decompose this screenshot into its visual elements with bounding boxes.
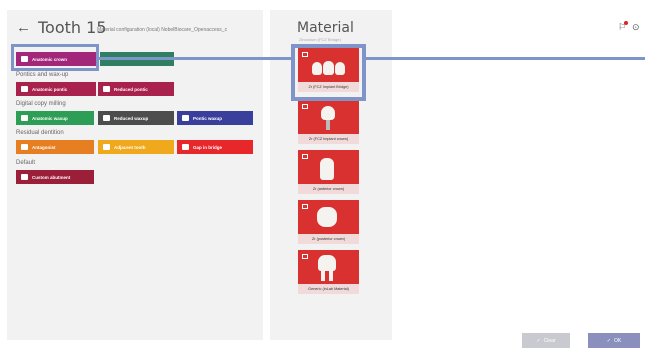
selection-highlight [11,44,99,71]
group-label-default: Default [16,160,36,166]
tooth-image [321,106,335,120]
group-label-copy-milling: Digital copy milling [16,101,66,107]
material-card-label: Zr (FCZ Implant crown) [298,134,359,144]
button-label: Gap in bridge [193,144,223,150]
adjacent-icon [103,144,110,150]
waxup-icon [182,115,189,121]
material-card[interactable]: Zr (posterior crown) [298,200,359,244]
material-card[interactable]: Zr (FCZ Implant crown) [298,100,359,144]
material-card[interactable]: Zr (anterior crown) [298,150,359,194]
material-card-label: Zr (anterior crown) [298,184,359,194]
reduced-waxup-button[interactable]: Reduced waxup [98,111,174,125]
check-icon: ✓ [606,337,611,344]
root-image [321,271,325,281]
waxup-icon [21,115,28,121]
material-tag-icon [302,154,308,159]
button-label: Reduced pontic [114,86,148,92]
custom-abutment-button[interactable]: Custom abutment [16,170,94,184]
antagonist-button[interactable]: Antagonist [16,140,94,154]
adjacent-tooth-button[interactable]: Adjacent tooth [98,140,174,154]
button-label: Reduced waxup [114,115,149,121]
material-subtitle: Zirconium (FCZ Bridge) [299,37,341,42]
button-label: Anatomic pontic [32,86,68,92]
config-subtitle: Material configuration (local) NobelBioc… [97,27,228,33]
root-image [329,271,333,281]
help-icon[interactable]: ⊙ [632,22,640,33]
pontic-icon [21,86,28,92]
button-label: Anatomic waxup [32,115,68,121]
material-tag-icon [302,254,308,259]
material-card-label: Generic (inLab Material) [298,284,359,294]
button-label: Antagonist [32,144,56,150]
material-tag-icon [302,204,308,209]
pontic-waxup-button[interactable]: Pontic waxup [177,111,253,125]
material-card-label: Zr (posterior crown) [298,234,359,244]
button-label: Adjacent tooth [114,144,146,150]
gap-icon [182,144,189,150]
clear-button[interactable]: ✓ Clear [522,333,570,348]
clear-label: Clear [543,337,556,344]
material-tag-icon [302,104,308,109]
abutment-icon [21,174,28,180]
implant-image [326,120,330,130]
anatomic-waxup-button[interactable]: Anatomic waxup [16,111,94,125]
ok-button[interactable]: ✓ OK [588,333,640,348]
waxup-icon [103,115,110,121]
highlight-connector [366,57,645,60]
highlight-connector [98,57,291,60]
check-icon: ✓ [536,337,541,344]
ok-label: OK [613,337,622,344]
tooth-image [320,158,334,180]
material-card[interactable]: Generic (inLab Material) [298,250,359,294]
antagonist-icon [21,144,28,150]
anatomic-pontic-button[interactable]: Anatomic pontic [16,82,96,96]
pontic-icon [103,86,110,92]
reduced-pontic-button[interactable]: Reduced pontic [98,82,174,96]
button-label: Custom abutment [32,174,71,180]
gap-in-bridge-button[interactable]: Gap in bridge [177,140,253,154]
back-arrow-icon[interactable]: ← [16,20,31,36]
notification-dot [624,21,628,25]
tooth-image [317,207,337,227]
button-label: Pontic waxup [193,115,223,121]
group-label-residual: Residual dentition [16,130,64,136]
material-title: Material [297,20,354,36]
tooth-image [318,255,336,271]
group-label-pontics: Pontics and wax-up [16,72,69,78]
material-highlight [291,44,366,101]
